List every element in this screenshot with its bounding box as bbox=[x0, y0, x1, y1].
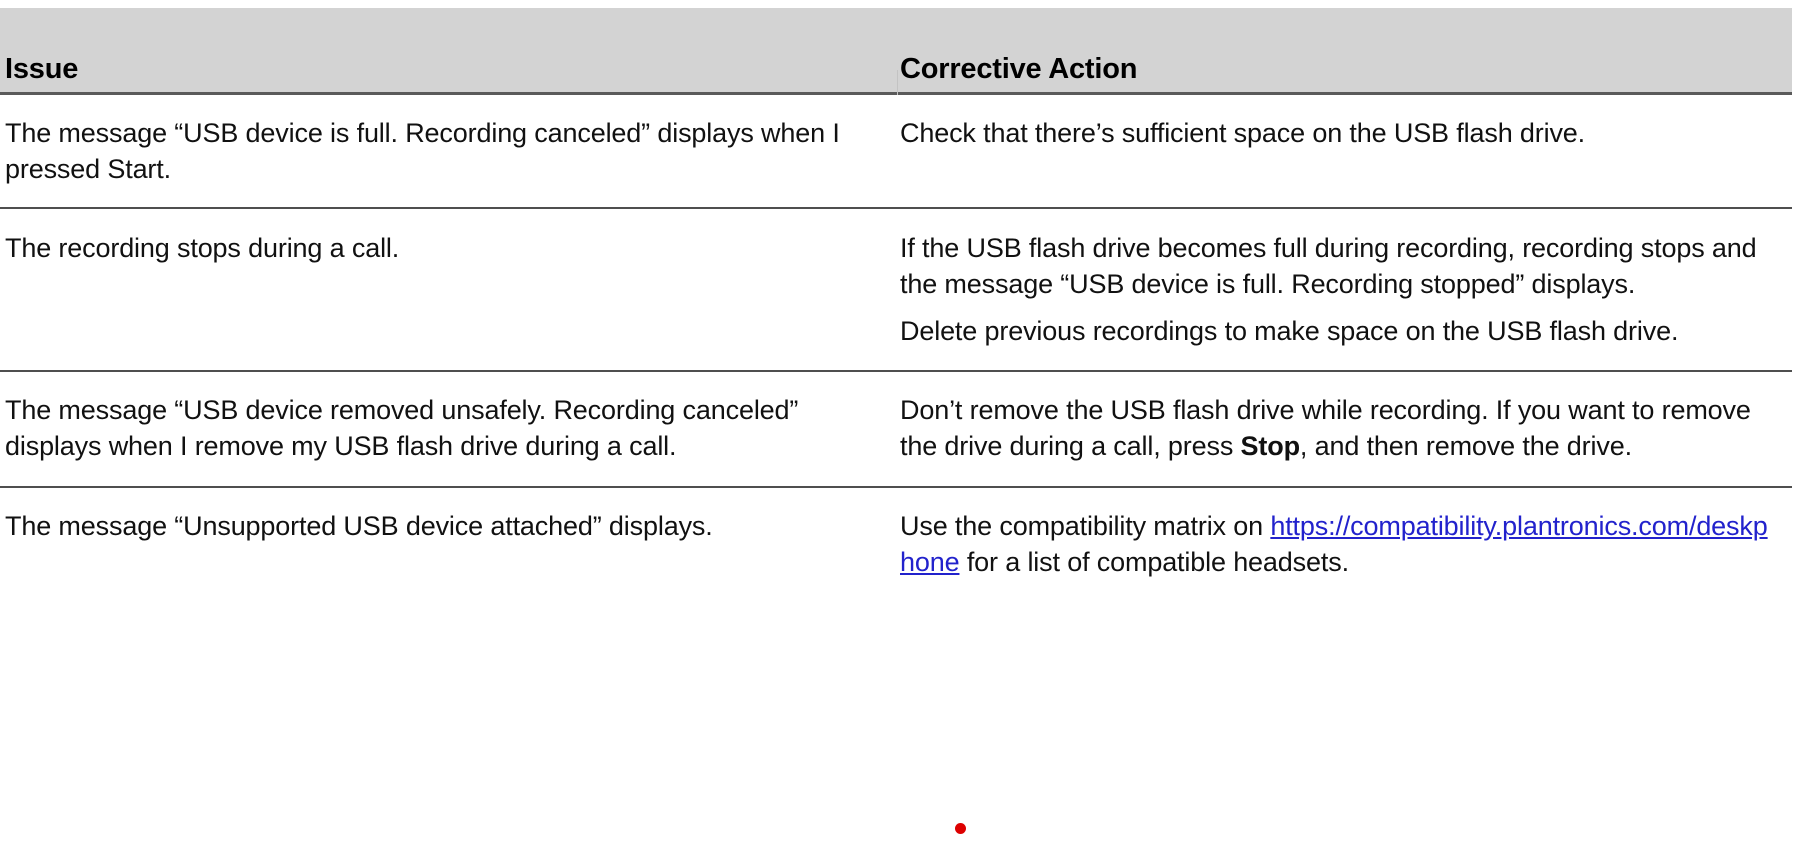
cell-corrective-action: Use the compatibility matrix on https://… bbox=[897, 488, 1792, 590]
cell-corrective-action: Check that there’s sufficient space on t… bbox=[897, 95, 1792, 207]
cell-issue: The message “Unsupported USB device atta… bbox=[0, 488, 897, 590]
action-text: If the USB flash drive becomes full duri… bbox=[900, 233, 1757, 299]
column-header-corrective-action: Corrective Action bbox=[900, 53, 1138, 85]
table-row: The message “USB device removed unsafely… bbox=[0, 372, 1792, 488]
table-row: The message “Unsupported USB device atta… bbox=[0, 488, 1792, 590]
cell-issue: The recording stops during a call. bbox=[0, 209, 897, 370]
cell-issue: The message “USB device is full. Recordi… bbox=[0, 95, 897, 207]
troubleshooting-table: Issue Corrective Action The message “USB… bbox=[0, 0, 1800, 590]
issue-text: The message “USB device removed unsafely… bbox=[5, 395, 799, 461]
issue-text: The message “Unsupported USB device atta… bbox=[5, 511, 713, 541]
action-text: , and then remove the drive. bbox=[1299, 431, 1632, 461]
action-emphasis-stop: Stop bbox=[1240, 431, 1301, 461]
action-text: Delete previous recordings to make space… bbox=[900, 316, 1679, 346]
table-header-row: Issue Corrective Action bbox=[0, 8, 1792, 95]
action-paragraph: Check that there’s sufficient space on t… bbox=[900, 115, 1772, 151]
action-paragraph: Use the compatibility matrix on https://… bbox=[900, 508, 1772, 580]
red-dot-marker-icon bbox=[955, 823, 966, 834]
cell-issue: The message “USB device removed unsafely… bbox=[0, 372, 897, 486]
cell-corrective-action: Don’t remove the USB flash drive while r… bbox=[897, 372, 1792, 486]
table-row: The message “USB device is full. Recordi… bbox=[0, 95, 1792, 209]
action-paragraph: Don’t remove the USB flash drive while r… bbox=[900, 392, 1772, 464]
column-header-issue: Issue bbox=[5, 53, 79, 85]
action-text: for a list of compatible headsets. bbox=[959, 547, 1349, 577]
action-text: Use the compatibility matrix on bbox=[900, 511, 1271, 541]
action-paragraph: If the USB flash drive becomes full duri… bbox=[900, 230, 1772, 302]
header-column-divider bbox=[897, 70, 898, 95]
issue-text: The message “USB device is full. Recordi… bbox=[5, 118, 840, 184]
issue-text: The recording stops during a call. bbox=[5, 233, 400, 263]
action-text: Check that there’s sufficient space on t… bbox=[900, 118, 1586, 148]
cell-corrective-action: If the USB flash drive becomes full duri… bbox=[897, 209, 1792, 370]
table-row: The recording stops during a call. If th… bbox=[0, 209, 1792, 372]
action-paragraph: Delete previous recordings to make space… bbox=[900, 313, 1772, 349]
